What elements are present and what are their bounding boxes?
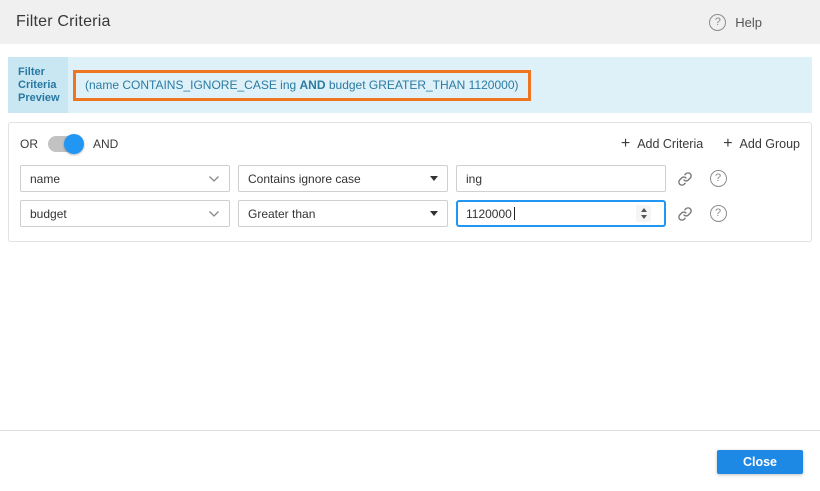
builder-toolbar: OR AND + Add Criteria + Add Group bbox=[20, 133, 800, 155]
plus-icon: + bbox=[723, 136, 732, 152]
spinner-up-arrow bbox=[641, 208, 647, 212]
criteria-row: budget Greater than ? bbox=[20, 200, 800, 227]
field-select-value: name bbox=[30, 172, 60, 186]
add-group-button[interactable]: + Add Group bbox=[723, 136, 800, 152]
help-button[interactable]: ? Help bbox=[709, 14, 762, 31]
preview-label: Filter Criteria Preview bbox=[8, 57, 68, 113]
or-and-toggle[interactable] bbox=[47, 134, 84, 154]
dropdown-arrow-icon bbox=[430, 211, 438, 216]
preview-expression-highlight: (name CONTAINS_IGNORE_CASE ing AND budge… bbox=[73, 70, 531, 101]
plus-icon: + bbox=[621, 136, 630, 152]
help-glyph: ? bbox=[715, 17, 721, 28]
add-actions: + Add Criteria + Add Group bbox=[621, 136, 800, 152]
value-number-input[interactable] bbox=[458, 202, 664, 225]
expression-text: (name CONTAINS_IGNORE_CASE ing bbox=[85, 78, 300, 92]
operator-select-value: Greater than bbox=[248, 207, 315, 221]
field-select-value: budget bbox=[30, 207, 67, 221]
operator-select[interactable]: Contains ignore case bbox=[238, 165, 448, 192]
expression-and-operator: AND bbox=[300, 78, 326, 92]
or-label: OR bbox=[20, 137, 38, 151]
expression-text: budget GREATER_THAN 1120000) bbox=[326, 78, 519, 92]
help-circle-icon: ? bbox=[710, 205, 727, 222]
criteria-help-icon[interactable]: ? bbox=[707, 168, 729, 190]
help-glyph: ? bbox=[715, 208, 721, 219]
filter-builder-panel: OR AND + Add Criteria + Add Group name bbox=[8, 122, 812, 242]
help-circle-icon: ? bbox=[710, 170, 727, 187]
dropdown-arrow-icon bbox=[430, 176, 438, 181]
add-criteria-button[interactable]: + Add Criteria bbox=[621, 136, 703, 152]
link-icon[interactable] bbox=[674, 203, 696, 225]
spinner-down-arrow bbox=[641, 215, 647, 219]
field-select[interactable]: budget bbox=[20, 200, 230, 227]
help-circle-icon: ? bbox=[709, 14, 726, 31]
page-title: Filter Criteria bbox=[16, 13, 111, 31]
number-spinner-icon[interactable] bbox=[636, 205, 651, 222]
operator-select[interactable]: Greater than bbox=[238, 200, 448, 227]
text-caret bbox=[514, 207, 515, 220]
help-label: Help bbox=[735, 15, 762, 30]
preview-content: (name CONTAINS_IGNORE_CASE ing AND budge… bbox=[68, 57, 812, 113]
add-group-label: Add Group bbox=[740, 137, 800, 151]
close-button[interactable]: Close bbox=[717, 450, 803, 474]
value-input[interactable] bbox=[456, 165, 666, 192]
conjunction-toggle-group: OR AND bbox=[20, 134, 118, 154]
chevron-down-icon bbox=[208, 210, 220, 218]
link-icon[interactable] bbox=[674, 168, 696, 190]
number-input-focused bbox=[456, 200, 666, 227]
chevron-down-icon bbox=[208, 175, 220, 183]
criteria-row: name Contains ignore case ? bbox=[20, 165, 800, 192]
dialog-header: Filter Criteria ? Help bbox=[0, 0, 820, 44]
operator-select-value: Contains ignore case bbox=[248, 172, 361, 186]
criteria-help-icon[interactable]: ? bbox=[707, 203, 729, 225]
and-label: AND bbox=[93, 137, 118, 151]
help-glyph: ? bbox=[715, 173, 721, 184]
add-criteria-label: Add Criteria bbox=[637, 137, 703, 151]
toggle-knob bbox=[64, 134, 84, 154]
dialog-footer: Close bbox=[0, 430, 820, 491]
field-select[interactable]: name bbox=[20, 165, 230, 192]
filter-criteria-preview-bar: Filter Criteria Preview (name CONTAINS_I… bbox=[8, 57, 812, 113]
